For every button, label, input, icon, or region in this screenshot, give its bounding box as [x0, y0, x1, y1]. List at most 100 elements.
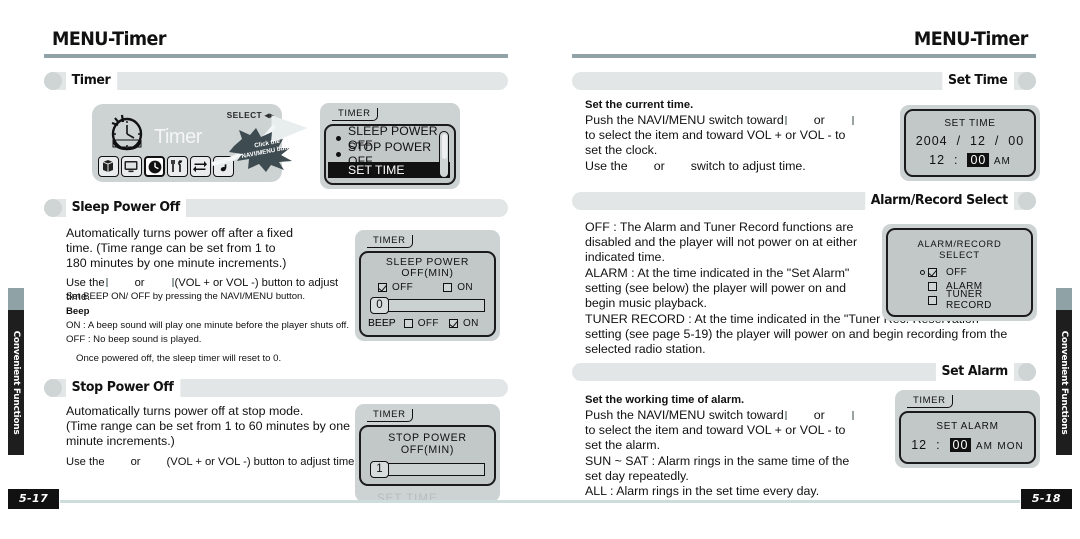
stop-power-off-description: Automatically turns power off at stop mo…: [66, 404, 356, 450]
lcd-title: SET ALARM: [936, 421, 999, 432]
repeat-icon[interactable]: [190, 156, 211, 177]
page-title: MENU-Timer: [914, 28, 1028, 50]
set-alarm-clock-row[interactable]: 12 : 00 AM MON: [907, 438, 1028, 452]
text-line: selected radio station.: [585, 342, 706, 357]
slider-track[interactable]: [386, 463, 485, 476]
beep-on-option[interactable]: ON: [448, 317, 479, 330]
checkbox-icon[interactable]: [443, 283, 453, 292]
section-set-time: Set Time: [572, 70, 1036, 90]
sleep-minutes-value[interactable]: 0: [370, 297, 389, 314]
lcd-outer: ALARM/RECORD SELECT OFF ALARM TUNER RECO…: [882, 224, 1037, 321]
section-alarm-record-select: Alarm/Record Select: [572, 190, 1036, 210]
page-number: 5-17: [8, 489, 60, 509]
date-separator: /: [990, 134, 1004, 148]
beep-toggle-row[interactable]: BEEP OFF ON: [366, 317, 489, 330]
hour-value[interactable]: 12: [929, 153, 945, 167]
date-separator: /: [952, 134, 966, 148]
minute-value-selected[interactable]: 00: [967, 153, 990, 167]
set-time-clock-row[interactable]: 12 : 00 AM: [912, 153, 1028, 167]
checkbox-checked-icon[interactable]: [378, 283, 387, 292]
text-line: indicated time.: [585, 250, 665, 265]
page-title: MENU-Timer: [52, 28, 166, 50]
section-heading: Timer: [66, 70, 117, 90]
cursor-icon: [920, 269, 925, 275]
lcd-tab-label: TIMER: [907, 395, 953, 408]
text-line: setting (see below) the player will powe…: [585, 280, 847, 295]
side-tab-label: Convenient Functions: [11, 330, 21, 435]
year-value[interactable]: 2004: [916, 134, 948, 148]
sleep-on-option[interactable]: ON: [443, 281, 473, 294]
slider-track[interactable]: [386, 299, 485, 312]
text-line: Automatically turns power off after a fi…: [66, 226, 294, 240]
lcd-outer: TIMER SLEEP POWER OFF STOP POWER OFF SET…: [320, 103, 460, 189]
lcd-tab-label: TIMER: [367, 235, 413, 248]
footer-divider: [540, 500, 1020, 503]
clock-mode-icon[interactable]: [144, 156, 165, 177]
checkbox-checked-icon[interactable]: [928, 267, 937, 277]
switch-bar-icon: [851, 116, 854, 125]
option-tuner-record[interactable]: TUNER RECORD: [920, 289, 1023, 311]
right-page: MENU-Timer Set Time Set the current time…: [540, 0, 1080, 539]
day-value[interactable]: MON: [997, 441, 1023, 452]
section-heading: Set Time: [942, 70, 1014, 90]
section-knob: [1018, 363, 1036, 381]
minute-value-selected[interactable]: 00: [949, 438, 972, 452]
sleep-minutes-slider[interactable]: 0: [370, 297, 485, 314]
illustration-screen-word: Timer: [154, 126, 202, 148]
sleep-power-off-lcd: TIMER SLEEP POWER OFF(MIN) OFF ON 0 BEEP…: [355, 230, 500, 341]
stop-minutes-value[interactable]: 1: [370, 461, 389, 478]
side-tab-convenient-functions: Convenient Functions: [1056, 288, 1072, 455]
text-line: Push the NAVI/MENU switch toward or: [585, 113, 885, 128]
checkbox-checked-icon[interactable]: [448, 319, 458, 328]
lcd-title: SET TIME: [944, 118, 996, 129]
meridiem-value[interactable]: AM: [976, 441, 993, 452]
scrollbar-thumb[interactable]: [441, 134, 447, 160]
tools-icon[interactable]: [167, 156, 188, 177]
set-time-lcd: SET TIME 2004 / 12 / 00 12 : 00 AM: [900, 105, 1040, 181]
option-label: ON: [457, 282, 474, 293]
section-knob: [44, 379, 62, 397]
meridiem-value[interactable]: AM: [994, 156, 1011, 167]
sleep-power-off-description: Automatically turns power off after a fi…: [66, 226, 306, 272]
lcd-outer: TIMER SET ALARM 12 : 00 AM MON: [895, 390, 1040, 468]
set-time-date-row[interactable]: 2004 / 12 / 00: [912, 134, 1028, 148]
text-line: SUN ~ SAT : Alarm rings in the same time…: [585, 453, 850, 468]
option-label: OFF: [417, 318, 439, 329]
beep-off-option[interactable]: OFF: [403, 317, 439, 330]
lcd-tab-label: TIMER: [367, 409, 413, 422]
display-icon[interactable]: [121, 156, 142, 177]
sleep-off-option[interactable]: OFF: [378, 281, 413, 294]
switch-bar-icon: [171, 278, 174, 287]
menu-list[interactable]: SLEEP POWER OFF STOP POWER OFF SET TIME: [326, 124, 454, 183]
section-sleep-power-off: Sleep Power Off: [44, 197, 508, 217]
hour-value[interactable]: 12: [911, 438, 927, 452]
lcd-screen: SLEEP POWER OFF(MIN) OFF ON 0 BEEP OFF O…: [359, 251, 496, 337]
alarm-record-options[interactable]: OFF ALARM TUNER RECORD: [920, 265, 1023, 311]
option-label: OFF: [392, 282, 414, 293]
checkbox-icon[interactable]: [928, 281, 937, 291]
cube-icon[interactable]: [98, 156, 119, 177]
text-fragment: Use the: [66, 456, 105, 468]
sleep-toggle-row[interactable]: OFF ON: [366, 281, 489, 294]
text-fragment: or: [134, 277, 145, 289]
option-label: OFF: [946, 266, 968, 278]
mode-icon-row[interactable]: [98, 156, 234, 177]
section-heading: Sleep Power Off: [66, 197, 187, 217]
text-line: set the alarm.: [585, 438, 661, 453]
scrollbar[interactable]: [439, 131, 449, 178]
side-tab-cap: [8, 288, 24, 310]
section-heading: Set Alarm: [935, 361, 1014, 381]
checkbox-icon[interactable]: [928, 295, 937, 305]
checkbox-icon[interactable]: [403, 319, 413, 328]
text-line: begin music playback.: [585, 296, 707, 311]
option-off[interactable]: OFF: [920, 265, 1023, 279]
stop-minutes-slider[interactable]: 1: [370, 461, 485, 478]
callout-burst: Click the NAVI/MENU button: [228, 126, 304, 172]
day-value[interactable]: 00: [1008, 134, 1024, 148]
section-stop-power-off: Stop Power Off: [44, 377, 508, 397]
list-item[interactable]: STOP POWER OFF: [334, 140, 446, 168]
month-value[interactable]: 12: [970, 134, 986, 148]
set-alarm-subheading: Set the working time of alarm.: [585, 394, 745, 406]
text-line: disabled and the player will not power o…: [585, 235, 858, 250]
section-heading: Alarm/Record Select: [864, 190, 1014, 210]
